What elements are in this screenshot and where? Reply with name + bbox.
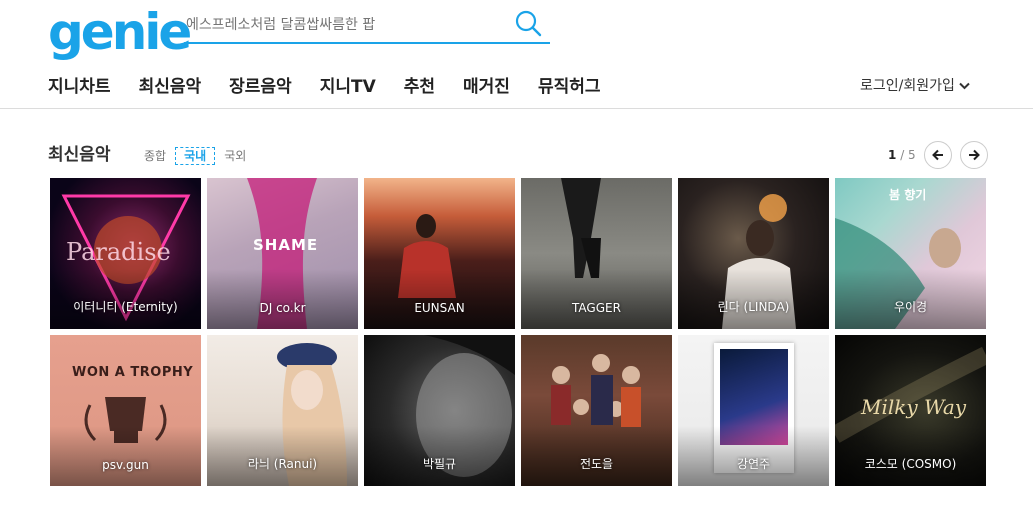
search-button[interactable] [514, 9, 544, 39]
nav-item-genie-tv[interactable]: 지니TV [320, 72, 376, 97]
album-artist: psv.gun [102, 458, 149, 472]
album-card[interactable]: 봄 향기 우이경 [835, 178, 986, 329]
tab-foreign[interactable]: 국외 [221, 148, 249, 164]
album-artist: EUNSAN [414, 301, 465, 315]
nav-item-new-music[interactable]: 최신음악 [139, 72, 202, 97]
login-label: 로그인/회원가입 [860, 78, 955, 94]
album-card[interactable]: 박필규 [364, 335, 515, 486]
album-artist: 우이경 [893, 300, 928, 314]
prev-page-button[interactable] [924, 141, 952, 169]
next-page-button[interactable] [960, 141, 988, 169]
search-icon [515, 10, 542, 37]
search-input[interactable] [184, 10, 504, 40]
album-card[interactable]: SHAME DJ co.kr [207, 178, 358, 329]
album-card[interactable]: Milky Way 코스모 (COSMO) [835, 335, 986, 486]
login-link[interactable]: 로그인/회원가입 [860, 75, 970, 95]
album-artist: DJ co.kr [259, 301, 306, 315]
section-title: 최신음악 [48, 145, 111, 165]
cover-title: Paradise [66, 238, 171, 266]
album-artist: 박필규 [422, 457, 457, 471]
arrow-right-icon [969, 149, 980, 161]
album-grid: Paradise 이터니티 (Eternity) SHAME DJ co.kr … [50, 178, 987, 486]
header-divider [0, 108, 1033, 109]
album-card[interactable]: TAGGER [521, 178, 672, 329]
nav-item-music-hug[interactable]: 뮤직허그 [538, 72, 601, 97]
cover-title: 봄 향기 [889, 188, 927, 202]
album-artist: 강연주 [736, 457, 771, 471]
album-artist: TAGGER [572, 301, 621, 315]
album-card[interactable]: 강연주 [678, 335, 829, 486]
genie-logo[interactable]: genie [48, 4, 192, 60]
album-artist: 전도을 [579, 457, 614, 471]
cover-title: WON A TROPHY [72, 365, 194, 380]
album-card[interactable]: EUNSAN [364, 178, 515, 329]
album-card[interactable]: 린다 (LINDA) [678, 178, 829, 329]
main-nav: 지니차트 최신음악 장르음악 지니TV 추천 매거진 뮤직허그 [48, 72, 629, 97]
page-current: 1 [888, 148, 897, 162]
cover-title: SHAME [253, 236, 319, 254]
album-artist: 코스모 (COSMO) [864, 457, 957, 471]
album-artist: 이터니티 (Eternity) [73, 300, 178, 314]
page-indicator: 1 / 5 [888, 148, 916, 162]
nav-item-genre[interactable]: 장르음악 [229, 72, 292, 97]
arrow-left-icon [932, 149, 943, 161]
chevron-down-icon [959, 82, 970, 89]
nav-item-magazine[interactable]: 매거진 [463, 72, 510, 97]
tab-all[interactable]: 종합 [141, 148, 169, 164]
album-artist: 라늬 (Ranui) [247, 457, 318, 471]
nav-item-chart[interactable]: 지니차트 [48, 72, 111, 97]
nav-item-recommend[interactable]: 추천 [404, 72, 435, 97]
album-card[interactable]: 전도을 [521, 335, 672, 486]
cover-title: Milky Way [861, 395, 967, 419]
album-card[interactable]: Paradise 이터니티 (Eternity) [50, 178, 201, 329]
section-tabs: 종합 국내 국외 [141, 147, 249, 165]
page-total: / 5 [900, 148, 916, 162]
search-bar [184, 8, 550, 44]
album-card[interactable]: WON A TROPHY psv.gun [50, 335, 201, 486]
album-card[interactable]: 라늬 (Ranui) [207, 335, 358, 486]
tab-domestic[interactable]: 국내 [175, 147, 216, 165]
album-artist: 린다 (LINDA) [717, 300, 790, 314]
